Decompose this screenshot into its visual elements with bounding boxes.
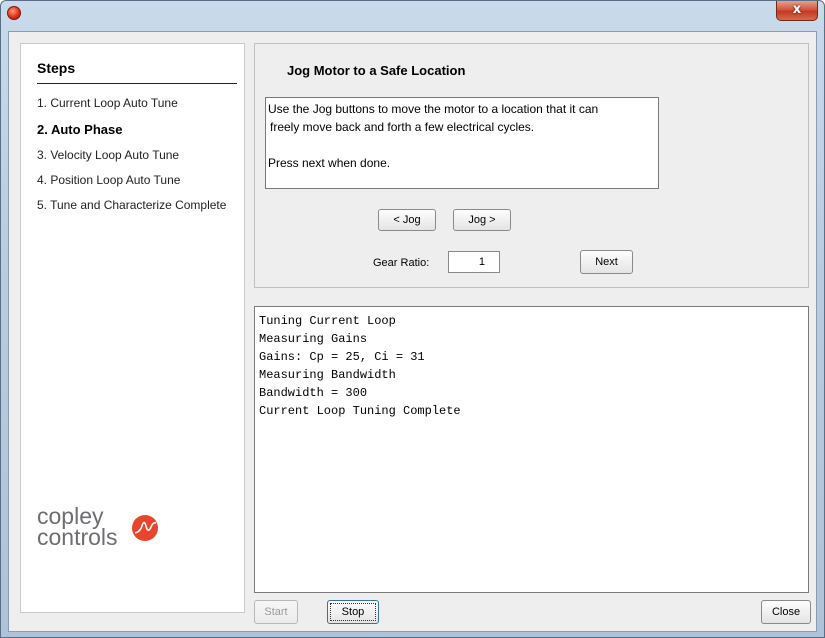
tuning-log[interactable]: Tuning Current Loop Measuring Gains Gain…	[254, 306, 809, 593]
step-1-current-loop: 1. Current Loop Auto Tune	[37, 96, 178, 110]
logo-mark-icon	[132, 515, 158, 541]
start-button[interactable]: Start	[254, 600, 298, 624]
instruction-line	[268, 136, 656, 154]
log-line: Measuring Gains	[259, 332, 368, 346]
step-4-position-loop: 4. Position Loop Auto Tune	[37, 173, 181, 187]
jog-forward-button[interactable]: Jog >	[453, 209, 511, 231]
title-bar[interactable]: x	[1, 1, 824, 27]
step-3-velocity-loop: 3. Velocity Loop Auto Tune	[37, 148, 180, 162]
jog-panel: Jog Motor to a Safe Location Use the Jog…	[254, 43, 809, 288]
steps-title: Steps	[37, 60, 237, 84]
app-icon	[7, 6, 21, 20]
log-line: Tuning Current Loop	[259, 314, 396, 328]
step-2-auto-phase: 2. Auto Phase	[37, 122, 123, 137]
gear-ratio-input[interactable]: 1	[448, 251, 500, 273]
instruction-line: Press next when done.	[268, 156, 391, 170]
log-line: Measuring Bandwidth	[259, 368, 396, 382]
log-line: Bandwidth = 300	[259, 386, 368, 400]
stop-button[interactable]: Stop	[327, 600, 379, 624]
log-line: Gains: Cp = 25, Ci = 31	[259, 350, 425, 364]
window-close-button[interactable]: x	[776, 1, 818, 21]
gear-ratio-label: Gear Ratio:	[373, 257, 430, 269]
copley-controls-logo: copley controls	[37, 505, 177, 566]
steps-panel: Steps 1. Current Loop Auto Tune 2. Auto …	[20, 43, 245, 613]
jog-back-button[interactable]: < Jog	[378, 209, 436, 231]
log-line: Current Loop Tuning Complete	[259, 404, 461, 418]
instruction-line: freely move back and forth a few electri…	[270, 120, 535, 134]
step-5-complete: 5. Tune and Characterize Complete	[37, 198, 227, 212]
jog-title: Jog Motor to a Safe Location	[287, 63, 466, 78]
application-window: x Steps 1. Current Loop Auto Tune 2. Aut…	[0, 0, 825, 638]
next-button[interactable]: Next	[580, 250, 633, 274]
tuning-wizard: Steps 1. Current Loop Auto Tune 2. Auto …	[8, 31, 817, 632]
close-button[interactable]: Close	[761, 600, 811, 624]
instructions-box: Use the Jog buttons to move the motor to…	[265, 97, 659, 189]
instruction-line: Use the Jog buttons to move the motor to…	[268, 102, 599, 116]
